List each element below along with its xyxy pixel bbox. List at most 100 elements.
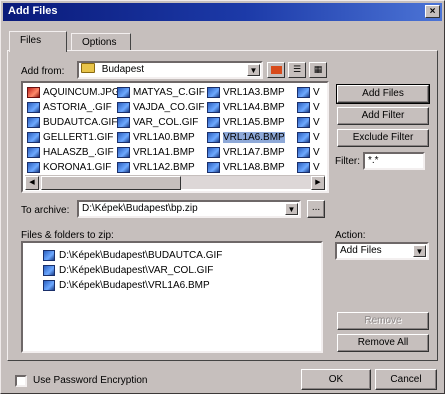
- file-name: V: [313, 116, 320, 128]
- ok-button[interactable]: OK: [301, 369, 371, 390]
- remove-button[interactable]: Remove: [337, 312, 429, 330]
- zip-item-path: D:\Képek\Budapest\VRL1A6.BMP: [59, 280, 210, 291]
- file-list-item[interactable]: VRL1A3.BMP: [207, 85, 285, 99]
- bitmap-file-icon: [297, 86, 310, 98]
- folder-icon: [81, 63, 95, 74]
- add-from-value: Budapest: [101, 64, 145, 75]
- chevron-down-icon[interactable]: ▼: [285, 203, 298, 215]
- file-name: V: [313, 161, 320, 173]
- to-archive-input[interactable]: D:\Képek\Budapest\bp.zip ▼: [77, 200, 301, 218]
- remove-all-button[interactable]: Remove All: [337, 334, 429, 352]
- scroll-thumb[interactable]: [41, 176, 181, 190]
- files-to-zip-list[interactable]: D:\Képek\Budapest\BUDAUTCA.GIF D:\Képek\…: [21, 241, 323, 353]
- password-encryption-checkbox[interactable]: [15, 375, 27, 387]
- bitmap-file-icon: [207, 86, 220, 98]
- jpeg-file-icon: [27, 86, 40, 98]
- password-encryption-label: Use Password Encryption: [33, 375, 148, 386]
- file-list-item[interactable]: BUDAUTCA.GIF: [27, 115, 117, 129]
- bitmap-file-icon: [207, 161, 220, 173]
- file-list-item[interactable]: V: [297, 100, 320, 114]
- file-list-item[interactable]: GELLERT1.GIF: [27, 130, 113, 144]
- file-list-item[interactable]: VRL1A6.BMP: [207, 130, 285, 144]
- file-list-item[interactable]: V: [297, 85, 320, 99]
- file-list-item[interactable]: VRL1A7.BMP: [207, 145, 285, 159]
- bitmap-file-icon: [117, 86, 130, 98]
- dialog-title: Add Files: [8, 5, 58, 17]
- action-label: Action:: [335, 230, 366, 241]
- scroll-left-icon[interactable]: ◀: [25, 176, 39, 190]
- chevron-down-icon[interactable]: ▼: [247, 64, 260, 76]
- file-name: VRL1A0.BMP: [133, 131, 195, 143]
- browse-button[interactable]: ...: [307, 200, 325, 218]
- file-list-item[interactable]: VAJDA_CO.GIF: [117, 100, 205, 114]
- list-view-icon[interactable]: ☰: [288, 62, 306, 78]
- bitmap-file-icon: [207, 146, 220, 158]
- tab-options-label: Options: [82, 37, 117, 48]
- title-bar[interactable]: Add Files ×: [3, 3, 442, 21]
- to-archive-label: To archive:: [21, 205, 70, 216]
- file-list-item[interactable]: AQUINCUM.JPG: [27, 85, 120, 99]
- file-list-item[interactable]: VRL1A0.BMP: [117, 130, 195, 144]
- file-list-item[interactable]: V: [297, 145, 320, 159]
- file-list-item[interactable]: KORONA1.GIF: [27, 160, 111, 174]
- file-list-item[interactable]: VRL1A5.BMP: [207, 115, 285, 129]
- bitmap-file-icon: [207, 101, 220, 113]
- horizontal-scrollbar[interactable]: ◀ ▶: [25, 175, 325, 190]
- file-name: V: [313, 131, 320, 143]
- add-files-button[interactable]: Add Files: [336, 84, 430, 104]
- file-name: VRL1A5.BMP: [223, 116, 285, 128]
- file-name: VRL1A3.BMP: [223, 86, 285, 98]
- tab-options[interactable]: Options: [71, 33, 131, 51]
- bitmap-file-icon: [117, 131, 130, 143]
- file-name: VAJDA_CO.GIF: [133, 101, 205, 113]
- file-name: VRL1A4.BMP: [223, 101, 285, 113]
- file-list-item[interactable]: MATYAS_C.GIF: [117, 85, 205, 99]
- bitmap-file-icon: [117, 161, 130, 173]
- zip-item-path: D:\Képek\Budapest\VAR_COL.GIF: [59, 265, 214, 276]
- zip-list-item[interactable]: D:\Képek\Budapest\VRL1A6.BMP: [43, 279, 210, 292]
- exclude-filter-button[interactable]: Exclude Filter: [337, 129, 429, 147]
- filter-label: Filter:: [335, 156, 360, 167]
- action-combo[interactable]: Add Files ▼: [335, 242, 429, 260]
- file-list-item[interactable]: VAR_COL.GIF: [117, 115, 198, 129]
- file-list-item[interactable]: VRL1A1.BMP: [117, 145, 195, 159]
- chevron-down-icon[interactable]: ▼: [413, 245, 426, 257]
- bitmap-file-icon: [297, 116, 310, 128]
- file-name: VRL1A8.BMP: [223, 161, 285, 173]
- details-view-icon[interactable]: ▦: [309, 62, 327, 78]
- bitmap-file-icon: [207, 116, 220, 128]
- bitmap-file-icon: [207, 131, 220, 143]
- scroll-right-icon[interactable]: ▶: [311, 176, 325, 190]
- tab-files[interactable]: Files: [9, 31, 67, 52]
- bitmap-file-icon: [27, 116, 40, 128]
- add-from-combo[interactable]: Budapest ▼: [77, 61, 263, 79]
- file-list-item[interactable]: V: [297, 130, 320, 144]
- file-list-item[interactable]: V: [297, 160, 320, 174]
- file-name: AQUINCUM.JPG: [43, 86, 120, 98]
- bitmap-file-icon: [297, 161, 310, 173]
- file-name: KORONA1.GIF: [43, 161, 112, 173]
- tab-files-label: Files: [20, 35, 42, 46]
- file-name: V: [313, 146, 320, 158]
- bitmap-file-icon: [27, 101, 40, 113]
- zip-list-item[interactable]: D:\Képek\Budapest\VAR_COL.GIF: [43, 264, 213, 277]
- file-list[interactable]: AQUINCUM.JPG ASTORIA_.GIF BUDAUTCA.GIF GELL…: [21, 81, 329, 193]
- file-list-item[interactable]: HALASZB_.GIF: [27, 145, 114, 159]
- file-list-item[interactable]: VRL1A8.BMP: [207, 160, 285, 174]
- file-list-item[interactable]: VRL1A4.BMP: [207, 100, 285, 114]
- filter-input[interactable]: *.*: [363, 152, 425, 170]
- zip-list-item[interactable]: D:\Képek\Budapest\BUDAUTCA.GIF: [43, 249, 222, 262]
- file-list-item[interactable]: VRL1A2.BMP: [117, 160, 195, 174]
- up-folder-icon[interactable]: [267, 62, 285, 78]
- bitmap-file-icon: [43, 250, 55, 261]
- add-filter-button[interactable]: Add Filter: [337, 107, 429, 125]
- close-icon[interactable]: ×: [425, 5, 440, 18]
- cancel-button[interactable]: Cancel: [375, 369, 437, 390]
- file-list-item[interactable]: V: [297, 115, 320, 129]
- bitmap-file-icon: [297, 101, 310, 113]
- file-name: MATYAS_C.GIF: [133, 86, 205, 98]
- file-name: V: [313, 101, 320, 113]
- file-name: VRL1A7.BMP: [223, 146, 285, 158]
- file-list-item[interactable]: ASTORIA_.GIF: [27, 100, 112, 114]
- bitmap-file-icon: [297, 131, 310, 143]
